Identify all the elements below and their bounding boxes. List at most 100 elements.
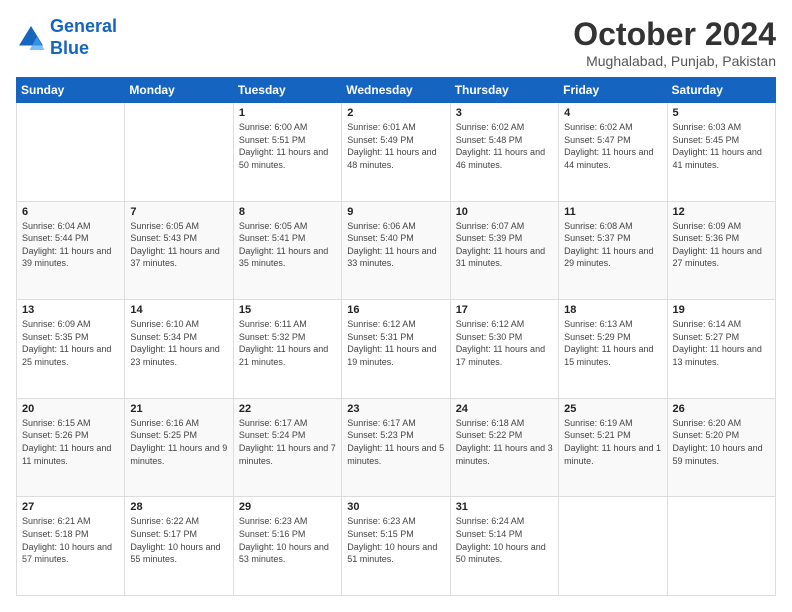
day-info: Sunrise: 6:23 AM Sunset: 5:16 PM Dayligh…: [239, 515, 336, 565]
day-number: 17: [456, 304, 553, 316]
day-info: Sunrise: 6:12 AM Sunset: 5:30 PM Dayligh…: [456, 318, 553, 368]
week-row-1: 1 Sunrise: 6:00 AM Sunset: 5:51 PM Daylig…: [17, 103, 776, 202]
calendar-cell: 15 Sunrise: 6:11 AM Sunset: 5:32 PM Dayli…: [233, 300, 341, 399]
day-info: Sunrise: 6:00 AM Sunset: 5:51 PM Dayligh…: [239, 121, 336, 171]
calendar-cell: 6 Sunrise: 6:04 AM Sunset: 5:44 PM Daylig…: [17, 201, 125, 300]
day-number: 10: [456, 206, 553, 218]
day-number: 9: [347, 206, 444, 218]
day-number: 18: [564, 304, 661, 316]
calendar-cell: 28 Sunrise: 6:22 AM Sunset: 5:17 PM Dayli…: [125, 497, 233, 596]
day-number: 1: [239, 107, 336, 119]
day-info: Sunrise: 6:02 AM Sunset: 5:48 PM Dayligh…: [456, 121, 553, 171]
day-number: 2: [347, 107, 444, 119]
day-info: Sunrise: 6:18 AM Sunset: 5:22 PM Dayligh…: [456, 417, 553, 467]
day-number: 28: [130, 501, 227, 513]
day-number: 24: [456, 403, 553, 415]
weekday-header-sunday: Sunday: [17, 78, 125, 103]
day-info: Sunrise: 6:16 AM Sunset: 5:25 PM Dayligh…: [130, 417, 227, 467]
calendar-cell: 26Sunrise: 6:20 AM Sunset: 5:20 PM Dayli…: [667, 398, 775, 497]
day-number: 26: [673, 403, 770, 415]
calendar-cell: 22Sunrise: 6:17 AM Sunset: 5:24 PM Dayli…: [233, 398, 341, 497]
day-number: 6: [22, 206, 119, 218]
weekday-header-wednesday: Wednesday: [342, 78, 450, 103]
week-row-4: 20 Sunrise: 6:15 AM Sunset: 5:26 PM Dayli…: [17, 398, 776, 497]
calendar-cell: 30Sunrise: 6:23 AM Sunset: 5:15 PM Dayli…: [342, 497, 450, 596]
weekday-header-tuesday: Tuesday: [233, 78, 341, 103]
day-info: Sunrise: 6:17 AM Sunset: 5:24 PM Dayligh…: [239, 417, 336, 467]
calendar-cell: [667, 497, 775, 596]
calendar-cell: 12Sunrise: 6:09 AM Sunset: 5:36 PM Dayli…: [667, 201, 775, 300]
day-info: Sunrise: 6:05 AM Sunset: 5:43 PM Dayligh…: [130, 220, 227, 270]
day-number: 15: [239, 304, 336, 316]
calendar-cell: 4 Sunrise: 6:02 AM Sunset: 5:47 PM Daylig…: [559, 103, 667, 202]
calendar-cell: 10 Sunrise: 6:07 AM Sunset: 5:39 PM Dayli…: [450, 201, 558, 300]
day-info: Sunrise: 6:02 AM Sunset: 5:47 PM Dayligh…: [564, 121, 661, 171]
day-number: 16: [347, 304, 444, 316]
calendar-cell: 20 Sunrise: 6:15 AM Sunset: 5:26 PM Dayli…: [17, 398, 125, 497]
day-info: Sunrise: 6:09 AM Sunset: 5:35 PM Dayligh…: [22, 318, 119, 368]
day-info: Sunrise: 6:22 AM Sunset: 5:17 PM Dayligh…: [130, 515, 227, 565]
day-number: 29: [239, 501, 336, 513]
day-number: 5: [673, 107, 770, 119]
day-info: Sunrise: 6:01 AM Sunset: 5:49 PM Dayligh…: [347, 121, 444, 171]
calendar-cell: 9 Sunrise: 6:06 AM Sunset: 5:40 PM Daylig…: [342, 201, 450, 300]
weekday-header-monday: Monday: [125, 78, 233, 103]
day-info: Sunrise: 6:04 AM Sunset: 5:44 PM Dayligh…: [22, 220, 119, 270]
weekday-header-row: SundayMondayTuesdayWednesdayThursdayFrid…: [17, 78, 776, 103]
calendar-cell: 5Sunrise: 6:03 AM Sunset: 5:45 PM Daylig…: [667, 103, 775, 202]
day-info: Sunrise: 6:11 AM Sunset: 5:32 PM Dayligh…: [239, 318, 336, 368]
logo: General Blue: [16, 16, 117, 59]
day-number: 3: [456, 107, 553, 119]
day-number: 8: [239, 206, 336, 218]
location-subtitle: Mughalabad, Punjab, Pakistan: [573, 53, 776, 69]
day-info: Sunrise: 6:24 AM Sunset: 5:14 PM Dayligh…: [456, 515, 553, 565]
page: General Blue October 2024 Mughalabad, Pu…: [0, 0, 792, 612]
calendar-cell: 17 Sunrise: 6:12 AM Sunset: 5:30 PM Dayli…: [450, 300, 558, 399]
calendar-cell: 23Sunrise: 6:17 AM Sunset: 5:23 PM Dayli…: [342, 398, 450, 497]
calendar-cell: 18Sunrise: 6:13 AM Sunset: 5:29 PM Dayli…: [559, 300, 667, 399]
calendar-cell: [125, 103, 233, 202]
week-row-5: 27 Sunrise: 6:21 AM Sunset: 5:18 PM Dayli…: [17, 497, 776, 596]
day-number: 4: [564, 107, 661, 119]
day-number: 19: [673, 304, 770, 316]
day-number: 12: [673, 206, 770, 218]
day-info: Sunrise: 6:05 AM Sunset: 5:41 PM Dayligh…: [239, 220, 336, 270]
day-info: Sunrise: 6:08 AM Sunset: 5:37 PM Dayligh…: [564, 220, 661, 270]
calendar-cell: 21 Sunrise: 6:16 AM Sunset: 5:25 PM Dayli…: [125, 398, 233, 497]
day-info: Sunrise: 6:21 AM Sunset: 5:18 PM Dayligh…: [22, 515, 119, 565]
month-title: October 2024: [573, 16, 776, 53]
calendar-cell: 2 Sunrise: 6:01 AM Sunset: 5:49 PM Daylig…: [342, 103, 450, 202]
calendar-cell: 14Sunrise: 6:10 AM Sunset: 5:34 PM Dayli…: [125, 300, 233, 399]
logo-line1: General: [50, 16, 117, 36]
logo-line2: Blue: [50, 38, 89, 58]
day-number: 7: [130, 206, 227, 218]
calendar-cell: 31Sunrise: 6:24 AM Sunset: 5:14 PM Dayli…: [450, 497, 558, 596]
day-number: 21: [130, 403, 227, 415]
logo-text: General Blue: [50, 16, 117, 59]
day-info: Sunrise: 6:14 AM Sunset: 5:27 PM Dayligh…: [673, 318, 770, 368]
calendar-cell: 1 Sunrise: 6:00 AM Sunset: 5:51 PM Daylig…: [233, 103, 341, 202]
day-number: 11: [564, 206, 661, 218]
day-number: 30: [347, 501, 444, 513]
calendar-cell: [559, 497, 667, 596]
day-number: 25: [564, 403, 661, 415]
calendar-cell: 13Sunrise: 6:09 AM Sunset: 5:35 PM Dayli…: [17, 300, 125, 399]
day-info: Sunrise: 6:10 AM Sunset: 5:34 PM Dayligh…: [130, 318, 227, 368]
calendar-cell: 8 Sunrise: 6:05 AM Sunset: 5:41 PM Daylig…: [233, 201, 341, 300]
day-info: Sunrise: 6:06 AM Sunset: 5:40 PM Dayligh…: [347, 220, 444, 270]
day-number: 20: [22, 403, 119, 415]
day-number: 27: [22, 501, 119, 513]
calendar-cell: 27 Sunrise: 6:21 AM Sunset: 5:18 PM Dayli…: [17, 497, 125, 596]
weekday-header-thursday: Thursday: [450, 78, 558, 103]
day-info: Sunrise: 6:15 AM Sunset: 5:26 PM Dayligh…: [22, 417, 119, 467]
calendar-cell: 19 Sunrise: 6:14 AM Sunset: 5:27 PM Dayli…: [667, 300, 775, 399]
calendar-cell: [17, 103, 125, 202]
day-info: Sunrise: 6:07 AM Sunset: 5:39 PM Dayligh…: [456, 220, 553, 270]
calendar-cell: 7 Sunrise: 6:05 AM Sunset: 5:43 PM Daylig…: [125, 201, 233, 300]
calendar-cell: 16Sunrise: 6:12 AM Sunset: 5:31 PM Dayli…: [342, 300, 450, 399]
week-row-2: 6 Sunrise: 6:04 AM Sunset: 5:44 PM Daylig…: [17, 201, 776, 300]
calendar-cell: 25Sunrise: 6:19 AM Sunset: 5:21 PM Dayli…: [559, 398, 667, 497]
calendar-cell: 3 Sunrise: 6:02 AM Sunset: 5:48 PM Daylig…: [450, 103, 558, 202]
day-info: Sunrise: 6:17 AM Sunset: 5:23 PM Dayligh…: [347, 417, 444, 467]
calendar-cell: 11 Sunrise: 6:08 AM Sunset: 5:37 PM Dayli…: [559, 201, 667, 300]
